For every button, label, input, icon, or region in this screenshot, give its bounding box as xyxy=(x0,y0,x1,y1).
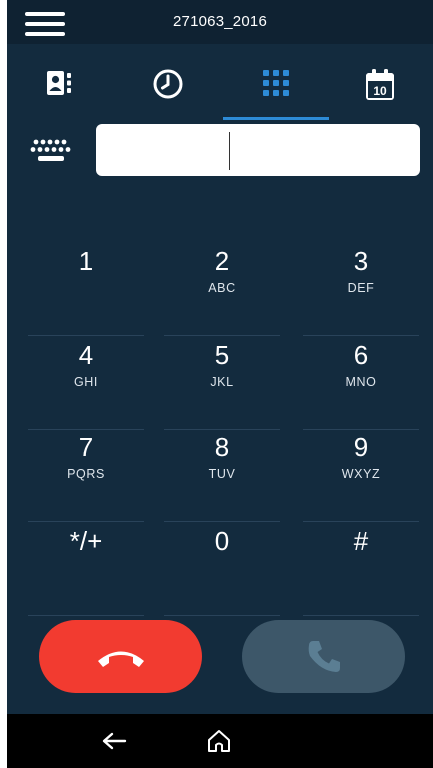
hang-up-icon xyxy=(97,651,144,667)
key-8[interactable]: 8 TUV xyxy=(164,432,280,522)
key-1[interactable]: 1 xyxy=(28,246,144,336)
title-bar: 271063_2016 xyxy=(7,0,433,44)
back-arrow-icon[interactable] xyxy=(99,728,129,754)
key-hash[interactable]: # xyxy=(303,526,419,616)
key-9[interactable]: 9 WXYZ xyxy=(303,432,419,522)
phone-number-input[interactable] xyxy=(96,124,420,176)
keyboard-toggle-icon[interactable] xyxy=(29,134,75,168)
tab-dialpad[interactable] xyxy=(223,56,329,120)
dialpad-icon xyxy=(263,70,289,96)
key-6[interactable]: 6 MNO xyxy=(303,340,419,430)
tab-contacts[interactable] xyxy=(7,56,113,120)
page-title: 271063_2016 xyxy=(173,13,267,30)
tab-calendar[interactable]: 10 xyxy=(327,56,433,120)
call-button[interactable] xyxy=(242,620,405,693)
key-5[interactable]: 5 JKL xyxy=(164,340,280,430)
clock-icon xyxy=(153,69,183,99)
system-nav-bar xyxy=(7,714,433,768)
dialer-screen: 271063_2016 10 1 2 ABC 3 DEF 4 GHI 5 JKL… xyxy=(7,0,433,768)
tab-bar: 10 xyxy=(7,56,433,120)
key-star-plus[interactable]: */+ xyxy=(28,526,144,616)
key-7[interactable]: 7 PQRS xyxy=(28,432,144,522)
active-tab-indicator xyxy=(223,117,329,120)
key-4[interactable]: 4 GHI xyxy=(28,340,144,430)
end-call-button[interactable] xyxy=(39,620,202,693)
calendar-badge: 10 xyxy=(373,84,387,98)
tab-history[interactable] xyxy=(115,56,221,120)
text-caret xyxy=(229,132,230,170)
key-2[interactable]: 2 ABC xyxy=(164,246,280,336)
contacts-icon xyxy=(47,71,71,95)
key-3[interactable]: 3 DEF xyxy=(303,246,419,336)
home-icon[interactable] xyxy=(205,727,233,755)
calendar-icon: 10 xyxy=(366,69,394,100)
phone-icon xyxy=(308,640,340,672)
key-0[interactable]: 0 xyxy=(164,526,280,616)
